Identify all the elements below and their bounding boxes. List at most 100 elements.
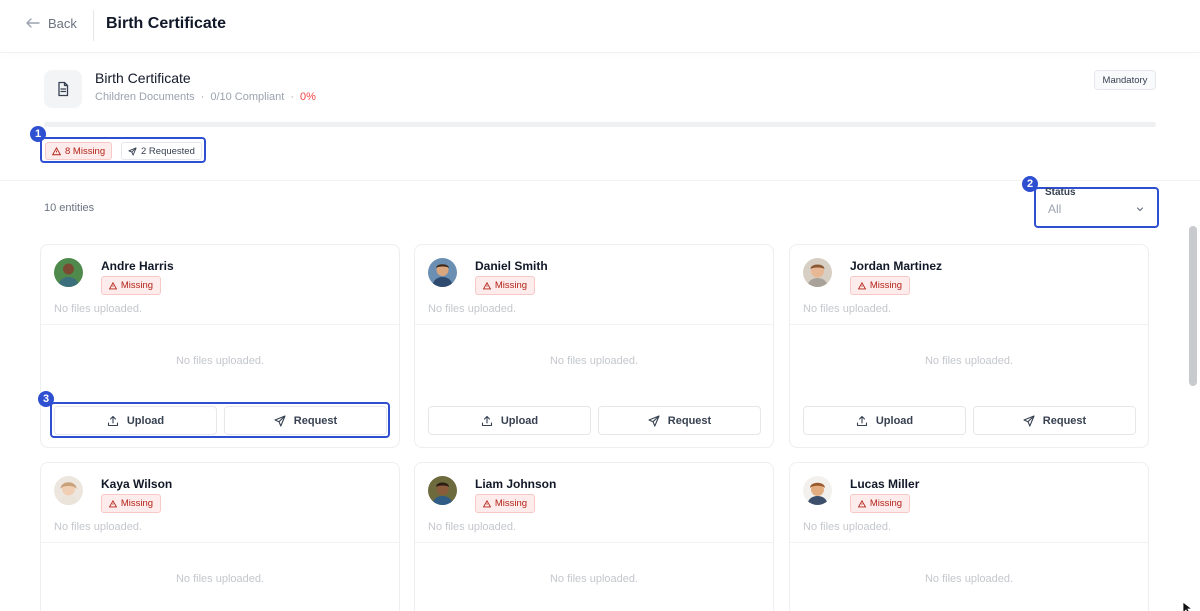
status-badge: Missing: [475, 276, 535, 295]
entity-name: Andre Harris: [101, 259, 174, 273]
requested-filter-chip[interactable]: 2 Requested: [121, 142, 202, 160]
status-filter-value: All: [1048, 202, 1062, 216]
document-icon: [58, 81, 69, 97]
card-divider: [415, 542, 773, 543]
card-divider: [790, 324, 1148, 325]
status-badge-label: Missing: [120, 280, 154, 291]
missing-count-label: 8 Missing: [65, 145, 106, 157]
card-divider: [415, 324, 773, 325]
document-meta: Children Documents · 0/10 Compliant · 0%: [95, 91, 316, 103]
status-badge-label: Missing: [869, 280, 903, 291]
entity-name: Daniel Smith: [475, 259, 548, 273]
request-label: Request: [1042, 414, 1087, 427]
entity-name: Lucas Miller: [850, 477, 920, 491]
upload-label: Upload: [875, 414, 914, 427]
status-badge-label: Missing: [869, 498, 903, 509]
compliance-progress-bar: [44, 122, 1156, 127]
requested-count-label: 2 Requested: [141, 145, 195, 157]
empty-files-text: No files uploaded.: [549, 355, 639, 367]
warning-icon: [482, 499, 491, 507]
warning-icon: [857, 499, 866, 507]
request-button[interactable]: Request: [973, 406, 1136, 435]
back-label: Back: [48, 15, 77, 31]
status-badge-label: Missing: [494, 498, 528, 509]
status-badge: Missing: [101, 276, 161, 295]
files-status-text: No files uploaded.: [428, 303, 517, 315]
status-badge-label: Missing: [494, 280, 528, 291]
chevron-down-icon: [1136, 207, 1144, 212]
avatar: [54, 476, 83, 505]
send-icon: [648, 414, 660, 427]
warning-icon: [108, 281, 117, 289]
empty-files-text: No files uploaded.: [924, 355, 1014, 367]
card-divider: [41, 542, 399, 543]
warning-icon: [482, 281, 491, 289]
section-divider: [0, 180, 1200, 181]
meta-separator: ·: [290, 91, 294, 103]
avatar: [428, 476, 457, 505]
files-status-text: No files uploaded.: [54, 521, 143, 533]
empty-files-text: No files uploaded.: [549, 573, 639, 585]
entity-card: Kaya Wilson Missing No files uploaded. N…: [40, 462, 400, 611]
page-title: Birth Certificate: [106, 15, 227, 32]
compliance-count: 0/10 Compliant: [210, 91, 285, 103]
empty-files-text: No files uploaded.: [175, 573, 265, 585]
empty-files-text: No files uploaded.: [924, 573, 1014, 585]
arrow-left-icon: [26, 18, 40, 28]
card-divider: [41, 324, 399, 325]
compliance-percent: 0%: [300, 91, 316, 103]
warning-icon: [52, 146, 61, 155]
request-label: Request: [667, 414, 712, 427]
send-icon: [1023, 414, 1035, 427]
avatar: [54, 258, 83, 287]
entity-card: Daniel Smith Missing No files uploaded. …: [414, 244, 774, 448]
action-buttons-highlight: [50, 402, 390, 438]
entity-name: Kaya Wilson: [101, 477, 173, 491]
empty-files-text: No files uploaded.: [175, 355, 265, 367]
upload-icon: [856, 415, 867, 426]
send-icon: [128, 146, 137, 156]
status-badge-label: Missing: [120, 498, 154, 509]
warning-icon: [857, 281, 866, 289]
entity-name: Jordan Martinez: [850, 259, 943, 273]
avatar: [428, 258, 457, 287]
card-divider: [790, 542, 1148, 543]
mouse-cursor-icon: [1182, 601, 1194, 611]
status-filter-select[interactable]: All: [1040, 197, 1153, 221]
status-badge: Missing: [850, 494, 910, 513]
status-badge: Missing: [850, 276, 910, 295]
upload-icon: [481, 415, 492, 426]
document-category: Children Documents: [95, 91, 195, 103]
warning-icon: [108, 499, 117, 507]
mandatory-badge: Mandatory: [1094, 70, 1156, 90]
upload-button[interactable]: Upload: [803, 406, 966, 435]
entity-card: Liam Johnson Missing No files uploaded. …: [414, 462, 774, 611]
top-divider: [93, 10, 94, 41]
files-status-text: No files uploaded.: [803, 303, 892, 315]
entity-name: Liam Johnson: [475, 477, 557, 491]
files-status-text: No files uploaded.: [803, 521, 892, 533]
entity-card: Lucas Miller Missing No files uploaded. …: [789, 462, 1149, 611]
top-bar: Back Birth Certificate: [0, 0, 1200, 52]
meta-separator: ·: [200, 91, 205, 103]
request-button[interactable]: Request: [598, 406, 761, 435]
files-status-text: No files uploaded.: [428, 521, 517, 533]
annotation-marker-3: 3: [38, 391, 54, 407]
annotation-marker-2: 2: [1022, 176, 1038, 192]
files-status-text: No files uploaded.: [54, 303, 143, 315]
document-title: Birth Certificate: [95, 70, 191, 86]
summary-chips-highlight: 8 Missing 2 Requested: [40, 137, 206, 163]
missing-filter-chip[interactable]: 8 Missing: [45, 142, 113, 160]
upload-label: Upload: [500, 414, 539, 427]
document-icon-box: [44, 70, 82, 108]
back-button[interactable]: Back: [25, 15, 77, 31]
annotation-marker-1: 1: [30, 126, 46, 142]
upload-button[interactable]: Upload: [428, 406, 591, 435]
avatar: [803, 258, 832, 287]
entities-count: 10 entities: [44, 202, 95, 214]
status-badge: Missing: [475, 494, 535, 513]
scrollbar-thumb[interactable]: [1189, 226, 1197, 386]
avatar: [803, 476, 832, 505]
status-badge: Missing: [101, 494, 161, 513]
entity-card: Jordan Martinez Missing No files uploade…: [789, 244, 1149, 448]
